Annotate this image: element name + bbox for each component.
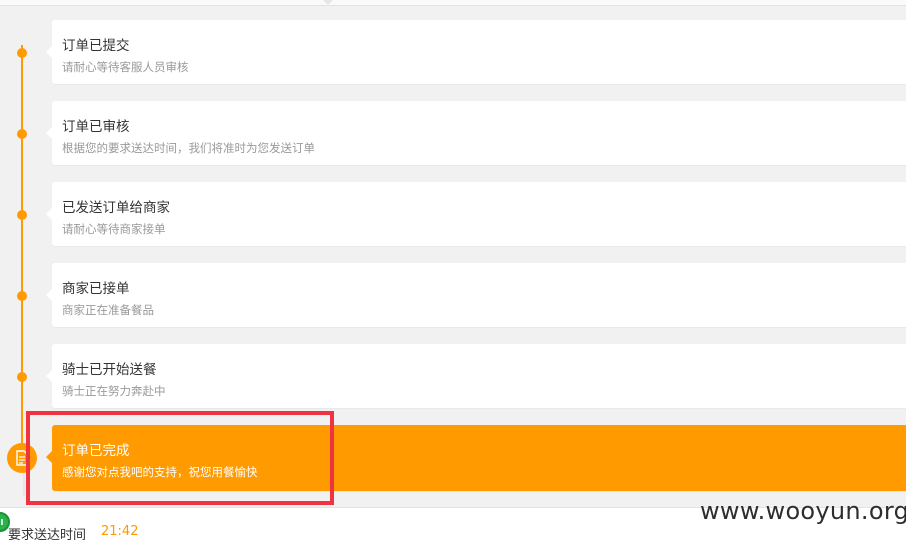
timeline-dot <box>17 210 27 220</box>
watermark: www.wooyun.org <box>700 497 906 525</box>
step-desc: 骑士正在努力奔赴中 <box>62 384 166 398</box>
delivery-time-label: 要求送达时间 <box>8 528 87 540</box>
timeline-step-reviewed: 订单已审核 根据您的要求送达时间，我们将准时为您发送订单 <box>46 101 906 165</box>
step-desc: 商家正在准备餐品 <box>62 303 154 317</box>
step-desc: 根据您的要求送达时间，我们将准时为您发送订单 <box>62 141 315 155</box>
timeline-step-merchant-accepted: 商家已接单 商家正在准备餐品 <box>46 263 906 327</box>
step-title: 订单已审核 <box>62 119 130 135</box>
step-title: 已发送订单给商家 <box>62 200 170 216</box>
delivery-time-value: 21:42 <box>101 524 139 539</box>
step-title: 商家已接单 <box>62 281 130 297</box>
timeline-line <box>21 45 23 460</box>
top-strip <box>0 0 906 6</box>
timeline-step-submitted: 订单已提交 请耐心等待客服人员审核 <box>46 20 906 84</box>
timeline-dot <box>17 48 27 58</box>
step-desc: 请耐心等待商家接单 <box>62 222 166 236</box>
timeline-step-rider-delivering: 骑士已开始送餐 骑士正在努力奔赴中 <box>46 344 906 408</box>
top-notch <box>322 0 334 5</box>
step-title: 订单已提交 <box>62 38 130 54</box>
timeline-dot <box>17 372 27 382</box>
timeline-dot <box>17 129 27 139</box>
timeline-step-sent-to-merchant: 已发送订单给商家 请耐心等待商家接单 <box>46 182 906 246</box>
timeline-dot <box>17 291 27 301</box>
step-desc: 请耐心等待客服人员审核 <box>62 60 189 74</box>
highlight-box <box>26 411 334 505</box>
step-title: 骑士已开始送餐 <box>62 362 157 378</box>
